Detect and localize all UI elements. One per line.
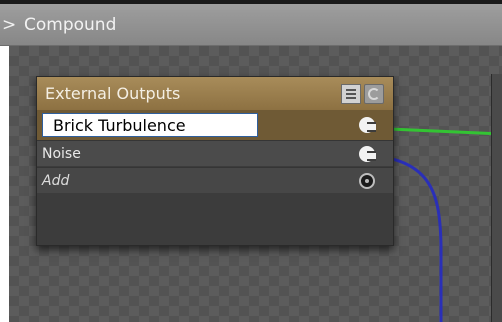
compound-title: Compound (24, 15, 117, 35)
output-port-icon[interactable] (359, 146, 376, 162)
output-row-noise[interactable]: Noise (37, 140, 393, 166)
node-graph-canvas[interactable]: External Outputs Noise Add (9, 46, 502, 322)
breadcrumb-arrow[interactable]: > (2, 4, 16, 46)
node-header[interactable]: External Outputs (37, 77, 393, 111)
noise-label: Noise (42, 146, 81, 162)
output-port-icon[interactable] (359, 117, 376, 133)
list-icon[interactable] (341, 84, 361, 104)
node-body-empty (37, 194, 393, 245)
left-margin (0, 46, 9, 322)
add-label: Add (42, 173, 70, 189)
output-name-field[interactable] (42, 113, 258, 137)
compound-title-bar: > Compound (0, 4, 502, 46)
right-node-edge[interactable] (491, 74, 502, 322)
output-row-brick-turbulence (37, 111, 393, 140)
external-outputs-node[interactable]: External Outputs Noise Add (36, 76, 394, 246)
add-port-icon[interactable] (359, 173, 375, 189)
cycle-icon[interactable] (364, 84, 384, 104)
output-row-add[interactable]: Add (37, 167, 393, 193)
node-title: External Outputs (45, 84, 181, 103)
